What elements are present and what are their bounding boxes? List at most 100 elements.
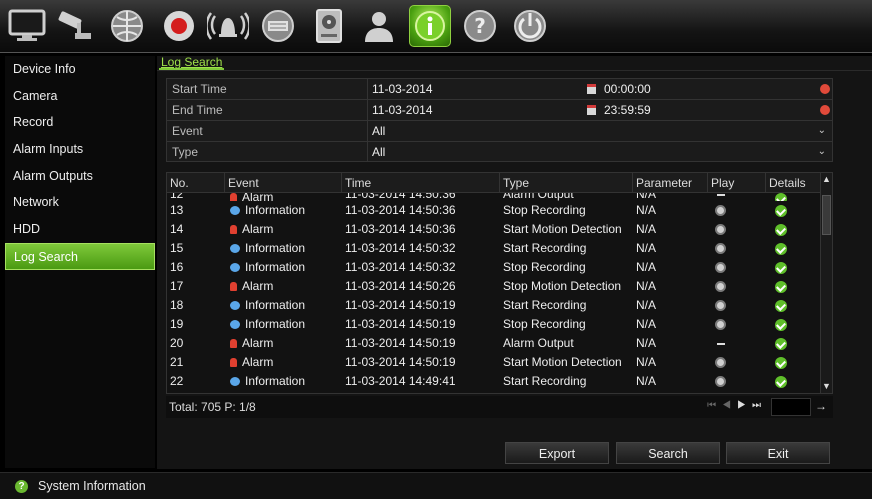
table-row[interactable]: 16 Information 11-03-2014 14:50:32 Stop Rec… <box>167 258 832 277</box>
scroll-down-icon[interactable]: ▼ <box>821 381 832 392</box>
row-details[interactable] <box>766 239 821 258</box>
row-details[interactable] <box>766 258 821 277</box>
row-details[interactable] <box>766 277 821 296</box>
prev-page-icon[interactable]: ◀ <box>722 400 737 411</box>
details-check-icon[interactable] <box>775 204 787 217</box>
calendar-icon[interactable] <box>587 105 596 115</box>
alarm-icon[interactable] <box>207 5 249 47</box>
play-icon[interactable] <box>715 319 726 331</box>
row-play[interactable] <box>708 239 766 258</box>
row-details[interactable] <box>766 220 821 239</box>
column-details[interactable]: Details <box>766 173 821 192</box>
row-details[interactable] <box>766 193 821 201</box>
event-select[interactable]: All ⌄ <box>368 121 832 141</box>
column-time[interactable]: Time <box>342 173 500 192</box>
table-row[interactable]: 18 Information 11-03-2014 14:50:19 Start Re… <box>167 296 832 315</box>
details-check-icon[interactable] <box>775 375 787 388</box>
row-play[interactable] <box>708 220 766 239</box>
details-check-icon[interactable] <box>775 280 787 293</box>
help-icon[interactable]: ? <box>459 5 501 47</box>
table-row[interactable]: 14 Alarm 11-03-2014 14:50:36 Start Motion D… <box>167 220 832 239</box>
column-play[interactable]: Play <box>708 173 766 192</box>
first-page-icon[interactable]: ⏮ <box>707 400 722 411</box>
row-play[interactable] <box>708 372 766 391</box>
user-icon[interactable] <box>358 5 400 47</box>
end-time-field[interactable]: 23:59:59 <box>604 100 651 120</box>
row-details[interactable] <box>766 315 821 334</box>
exit-button[interactable]: Exit <box>726 442 830 464</box>
table-row[interactable]: 22 Information 11-03-2014 14:49:41 Start Re… <box>167 372 832 391</box>
play-icon[interactable] <box>715 281 726 293</box>
table-row[interactable]: 15 Information 11-03-2014 14:50:32 Start Re… <box>167 239 832 258</box>
sidebar-item-network[interactable]: Network <box>5 189 155 216</box>
start-time-field[interactable]: 00:00:00 <box>604 79 651 99</box>
table-scrollbar[interactable]: ▲ ▼ <box>820 173 832 393</box>
scroll-up-icon[interactable]: ▲ <box>821 174 832 185</box>
column-parameter[interactable]: Parameter <box>633 173 708 192</box>
clock-icon[interactable] <box>820 84 830 94</box>
calendar-icon[interactable] <box>587 84 596 94</box>
sidebar-item-log-search[interactable]: Log Search <box>5 242 155 270</box>
record-icon[interactable] <box>158 5 200 47</box>
play-icon[interactable] <box>715 243 726 255</box>
play-icon[interactable] <box>715 262 726 274</box>
sidebar-item-hdd[interactable]: HDD <box>5 216 155 243</box>
camera-icon[interactable] <box>54 5 96 47</box>
hdd-icon[interactable] <box>308 5 350 47</box>
search-button[interactable]: Search <box>616 442 720 464</box>
details-check-icon[interactable] <box>775 356 787 369</box>
last-page-icon[interactable]: ⏭ <box>752 400 767 411</box>
info-icon[interactable] <box>409 5 451 47</box>
clock-icon[interactable] <box>820 105 830 115</box>
row-play[interactable] <box>708 315 766 334</box>
details-check-icon[interactable] <box>775 261 787 274</box>
details-check-icon[interactable] <box>775 299 787 312</box>
row-play[interactable] <box>708 296 766 315</box>
keyboard-icon[interactable] <box>257 5 299 47</box>
row-details[interactable] <box>766 296 821 315</box>
row-play[interactable] <box>708 277 766 296</box>
play-icon[interactable] <box>715 205 726 217</box>
table-row[interactable]: 13 Information 11-03-2014 14:50:36 Stop Rec… <box>167 201 832 220</box>
power-icon[interactable] <box>509 5 551 47</box>
sidebar-item-camera[interactable]: Camera <box>5 83 155 110</box>
details-check-icon[interactable] <box>775 337 787 350</box>
table-row[interactable]: 19 Information 11-03-2014 14:50:19 Stop Rec… <box>167 315 832 334</box>
row-details[interactable] <box>766 334 821 353</box>
type-select[interactable]: All ⌄ <box>368 142 832 161</box>
sidebar-item-alarm-outputs[interactable]: Alarm Outputs <box>5 163 155 190</box>
row-details[interactable] <box>766 201 821 220</box>
scroll-thumb[interactable] <box>822 195 831 235</box>
column-no[interactable]: No. <box>167 173 225 192</box>
row-details[interactable] <box>766 353 821 372</box>
play-icon[interactable] <box>715 376 726 388</box>
sidebar-item-alarm-inputs[interactable]: Alarm Inputs <box>5 136 155 163</box>
sidebar-item-record[interactable]: Record <box>5 109 155 136</box>
table-row[interactable]: 12 Alarm 11-03-2014 14:50:36 Alarm Output N/… <box>167 193 832 201</box>
go-arrow-icon[interactable]: → <box>815 399 827 413</box>
monitor-icon[interactable] <box>6 5 48 47</box>
column-event[interactable]: Event <box>225 173 342 192</box>
row-play[interactable] <box>708 258 766 277</box>
row-play[interactable] <box>708 353 766 372</box>
details-check-icon[interactable] <box>775 242 787 255</box>
start-date-field[interactable]: 11-03-2014 <box>372 79 433 99</box>
table-row[interactable]: 20 Alarm 11-03-2014 14:50:19 Alarm Output N/… <box>167 334 832 353</box>
details-check-icon[interactable] <box>775 193 787 201</box>
tab-log-search[interactable]: Log Search <box>159 56 225 70</box>
next-page-icon[interactable]: ▶ <box>737 400 752 411</box>
details-check-icon[interactable] <box>775 223 787 236</box>
play-icon[interactable] <box>715 300 726 312</box>
details-check-icon[interactable] <box>775 318 787 331</box>
row-play[interactable] <box>708 201 766 220</box>
table-row[interactable]: 21 Alarm 11-03-2014 14:50:19 Start Motion D… <box>167 353 832 372</box>
table-row[interactable]: 17 Alarm 11-03-2014 14:50:26 Stop Motion De… <box>167 277 832 296</box>
page-number-input[interactable] <box>771 398 811 416</box>
play-icon[interactable] <box>715 357 726 369</box>
end-date-field[interactable]: 11-03-2014 <box>372 100 433 120</box>
network-icon[interactable] <box>106 5 148 47</box>
export-button[interactable]: Export <box>505 442 609 464</box>
sidebar-item-device-info[interactable]: Device Info <box>5 56 155 83</box>
play-icon[interactable] <box>715 224 726 236</box>
column-type[interactable]: Type <box>500 173 633 192</box>
